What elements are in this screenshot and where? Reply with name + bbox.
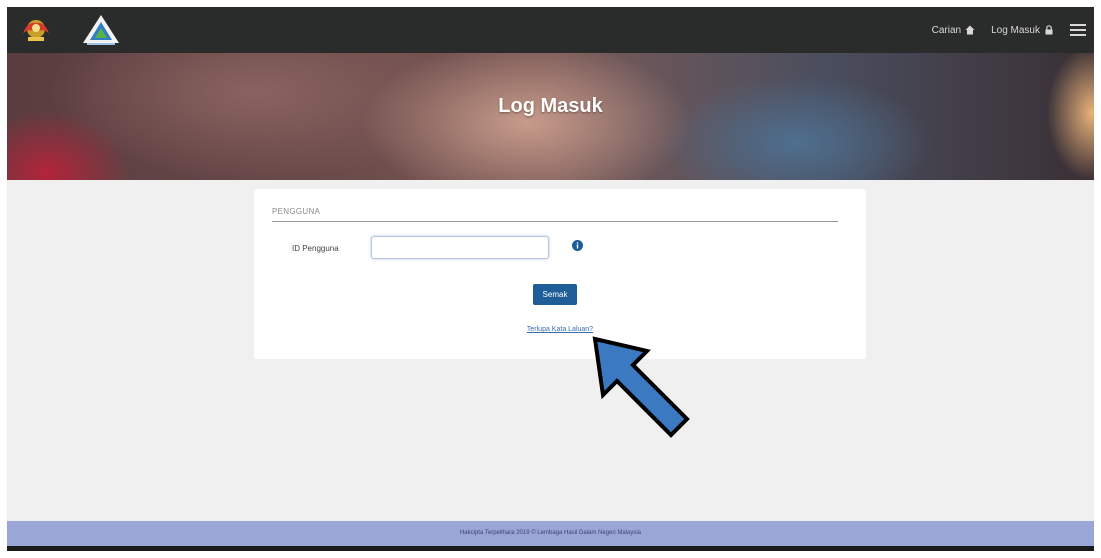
info-icon[interactable] (572, 240, 583, 251)
top-navbar: Carian Log Masuk (7, 7, 1094, 53)
section-divider (272, 221, 838, 222)
submit-button[interactable]: Semak (533, 284, 577, 305)
footer-bottom-bar (7, 546, 1094, 551)
lock-icon (1045, 25, 1053, 35)
agency-logo[interactable] (81, 13, 121, 47)
jata-negara-logo[interactable] (19, 13, 53, 47)
hero-banner: Log Masuk (7, 53, 1094, 180)
login-card: PENGGUNA ID Pengguna Semak Terlupa Kata … (254, 189, 866, 359)
home-icon (965, 25, 975, 35)
section-label: PENGGUNA (272, 207, 321, 216)
page-title: Log Masuk (498, 95, 603, 117)
page-frame: Carian Log Masuk Log Masuk PENGGUNA ID P… (7, 7, 1094, 551)
nav-link-log-masuk-label: Log Masuk (991, 24, 1040, 36)
user-id-label: ID Pengguna (292, 244, 339, 253)
nav-link-log-masuk[interactable]: Log Masuk (991, 25, 1054, 36)
footer: Hakcipta Terpelihara 2019 © Lembaga Hasi… (7, 521, 1094, 546)
hamburger-icon[interactable] (1070, 23, 1086, 37)
pointer-arrow-icon (592, 336, 690, 438)
forgot-password-link[interactable]: Terlupa Kata Laluan? (254, 326, 866, 333)
user-id-input[interactable] (371, 236, 549, 259)
nav-link-carian[interactable]: Carian (932, 25, 975, 36)
nav-links: Carian Log Masuk (932, 7, 1086, 53)
nav-link-carian-label: Carian (931, 24, 962, 36)
